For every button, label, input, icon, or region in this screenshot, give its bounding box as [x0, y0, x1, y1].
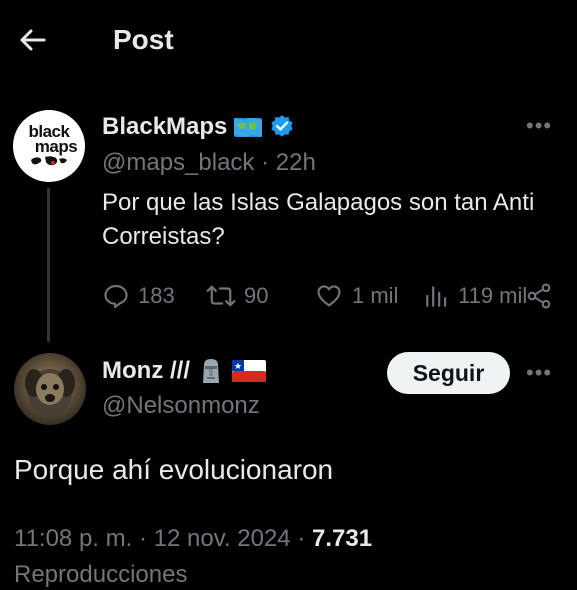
author-handle-line: @maps_black · 22h [102, 148, 316, 178]
thread-line [47, 188, 50, 342]
view-count: 119 mil [458, 283, 528, 308]
more-options-button[interactable]: ••• [526, 113, 552, 139]
chile-flag-icon [231, 360, 266, 382]
author-handle[interactable]: @maps_black [102, 149, 254, 176]
reply-time[interactable]: 11:08 p. m. [14, 525, 132, 552]
views-label: Reproducciones [14, 561, 188, 588]
world-map-icon [31, 156, 67, 166]
verified-badge-icon [271, 115, 294, 137]
reply-date[interactable]: 12 nov. 2024 [154, 525, 291, 552]
page-title: Post [113, 24, 174, 55]
post-text: Por que las Islas Galapagos son tan Anti… [102, 189, 535, 250]
world-map-emoji-icon [234, 118, 263, 137]
separator-dot: · [261, 149, 276, 176]
share-icon [527, 283, 551, 309]
author-name-text: BlackMaps [102, 113, 228, 140]
views-chart-icon [426, 286, 447, 307]
post-time[interactable]: 22h [276, 149, 316, 176]
avatar-logo-text: maps [34, 137, 78, 156]
back-button[interactable] [14, 22, 50, 58]
share-button[interactable] [525, 282, 553, 310]
dog-photo-icon [25, 369, 75, 417]
reply-author-name-text: Monz /// [102, 357, 190, 384]
post-actions: 183 90 1 mil 119 mil [102, 280, 553, 312]
repost-count: 90 [244, 283, 269, 308]
reply-author-handle[interactable]: @Nelsonmonz [102, 391, 260, 421]
author-name[interactable]: BlackMaps [102, 112, 295, 142]
reply-text: Porque ahí evolucionaron [14, 454, 334, 485]
post-metadata: 11:08 p. m. · 12 nov. 2024 · 7.731 [14, 522, 372, 556]
like-button[interactable]: 1 mil [314, 282, 424, 310]
repost-icon [206, 285, 236, 307]
heart-icon [317, 285, 341, 307]
avatar[interactable] [14, 353, 86, 425]
views-button[interactable]: 119 mil [424, 283, 527, 309]
follow-button[interactable]: Seguir [387, 352, 510, 394]
separator-dot: · [297, 525, 312, 552]
reply-views-count: 7.731 [312, 525, 373, 552]
reply-count: 183 [138, 283, 175, 308]
avatar[interactable]: black maps [13, 110, 85, 182]
moai-emoji-icon [202, 359, 219, 383]
reply-author-name[interactable]: Monz /// [102, 356, 266, 386]
repost-button[interactable]: 90 [206, 282, 314, 310]
back-arrow-icon [20, 29, 46, 51]
like-count: 1 mil [352, 283, 399, 308]
reply-icon [104, 285, 128, 309]
reply-button[interactable]: 183 [102, 282, 206, 310]
more-options-button[interactable]: ••• [526, 360, 552, 386]
separator-dot: · [138, 525, 154, 552]
